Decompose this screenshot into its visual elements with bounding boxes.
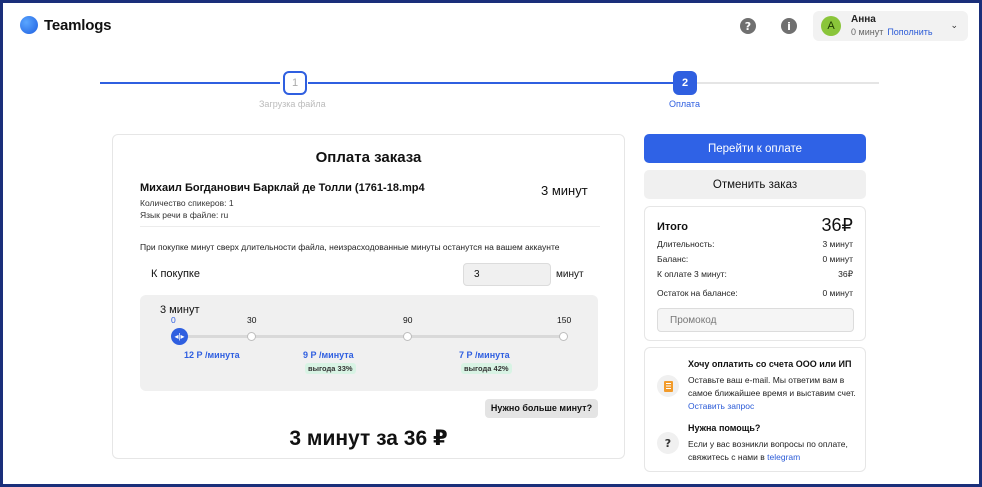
slider-current-value: 3 минут <box>160 304 200 316</box>
help-icon[interactable]: ? <box>740 18 756 34</box>
slider-tick-0: 0 <box>171 315 176 325</box>
slider-thumb[interactable]: ◂|▸ <box>171 328 188 345</box>
discount-badge-3: выгода 42% <box>461 363 512 374</box>
stepper-line-done <box>100 82 280 84</box>
step-upload-label: Загрузка файла <box>259 99 326 109</box>
office-building-icon <box>657 375 679 397</box>
page-title: Оплата заказа <box>315 149 422 166</box>
minutes-input[interactable] <box>463 263 551 286</box>
slider-tick-90: 90 <box>403 315 413 325</box>
order-card: Оплата заказа Михаил Богданович Барклай … <box>112 134 625 459</box>
summary-row-label: Остаток на балансе: <box>657 288 738 298</box>
request-link[interactable]: Оставить запрос <box>688 401 754 411</box>
account-balance-row: 0 минут Пополнить <box>851 26 933 38</box>
company-payment-title: Хочу оплатить со счета ООО или ИП <box>688 359 852 369</box>
file-duration: 3 минут <box>541 183 588 198</box>
summary-title: Итого <box>657 221 689 233</box>
price-tier-2: 9 Р /минута <box>303 350 354 360</box>
summary-row-value: 3 минут <box>822 239 853 249</box>
telegram-link[interactable]: telegram <box>767 452 800 462</box>
minutes-notice: При покупке минут сверх длительности фай… <box>140 242 560 252</box>
promo-code-input[interactable] <box>657 308 854 332</box>
question-icon: ? <box>657 432 679 454</box>
divider <box>140 226 600 227</box>
company-payment-description: Оставьте ваш e-mail. Мы ответим вам в са… <box>688 375 856 398</box>
summary-row-label: К оплате 3 минут: <box>657 269 727 279</box>
buy-label: К покупке <box>151 268 200 280</box>
slider-tick-30: 30 <box>247 315 257 325</box>
minutes-slider-panel: 3 минут 0 30 90 150 ◂|▸ 12 Р /минута 9 Р… <box>140 295 598 391</box>
slider-tick-150: 150 <box>557 315 572 325</box>
pay-button[interactable]: Перейти к оплате <box>644 134 866 163</box>
account-name: Анна <box>851 14 876 25</box>
slider-stop-90[interactable] <box>403 332 412 341</box>
summary-row-value: 0 минут <box>822 288 853 298</box>
summary-row-remaining: Остаток на балансе: 0 минут <box>657 288 853 298</box>
account-menu[interactable]: А Анна 0 минут Пополнить ⌄ <box>813 11 968 41</box>
summary-row-balance: Баланс: 0 минут <box>657 254 853 264</box>
cancel-order-button[interactable]: Отменить заказ <box>644 170 866 199</box>
file-language: Язык речи в файле: ru <box>140 210 229 220</box>
company-payment-text: Оставьте ваш e-mail. Мы ответим вам в са… <box>688 374 860 413</box>
help-card: Хочу оплатить со счета ООО или ИП Оставь… <box>644 347 866 472</box>
slider-stop-150[interactable] <box>559 332 568 341</box>
logo[interactable]: Teamlogs <box>20 16 112 34</box>
summary-total: 36₽ <box>821 215 853 235</box>
step-payment-label: Оплата <box>669 99 700 109</box>
slider-stop-30[interactable] <box>247 332 256 341</box>
support-text: Если у вас возникли вопросы по оплате, с… <box>688 438 860 464</box>
logo-icon <box>20 16 38 34</box>
office-building-glyph <box>663 380 673 392</box>
step-upload[interactable]: 1 <box>283 71 307 95</box>
file-name: Михаил Богданович Барклай де Толли (1761… <box>140 182 425 194</box>
avatar: А <box>821 16 841 36</box>
chevron-down-icon[interactable]: ⌄ <box>950 20 958 31</box>
discount-badge-2: выгода 33% <box>305 363 356 374</box>
summary-row-label: Баланс: <box>657 254 689 264</box>
stepper-line-remaining <box>697 82 879 84</box>
logo-text: Teamlogs <box>44 16 112 34</box>
account-info: Анна 0 минут Пополнить <box>851 14 933 38</box>
topup-link[interactable]: Пополнить <box>887 26 932 38</box>
more-minutes-button[interactable]: Нужно больше минут? <box>485 399 598 418</box>
buy-unit: минут <box>556 269 584 280</box>
slider-track[interactable] <box>180 335 565 338</box>
summary-card: Итого 36₽ Длительность: 3 минут Баланс: … <box>644 206 866 341</box>
account-balance: 0 минут <box>851 27 884 37</box>
summary-row-to-pay: К оплате 3 минут: 36₽ <box>657 269 853 280</box>
price-tier-1: 12 Р /минута <box>184 350 240 360</box>
price-tier-3: 7 Р /минута <box>459 350 510 360</box>
info-icon[interactable]: i <box>781 18 797 34</box>
app-window: Teamlogs ? i А Анна 0 минут Пополнить ⌄ … <box>0 0 982 487</box>
support-title: Нужна помощь? <box>688 423 761 433</box>
summary-row-duration: Длительность: 3 минут <box>657 239 853 249</box>
summary-row-value: 36₽ <box>838 269 853 279</box>
stepper-line-progress <box>308 82 673 84</box>
summary-row-label: Длительность: <box>657 239 715 249</box>
speakers-count: Количество спикеров: 1 <box>140 198 234 208</box>
summary-row-value: 0 минут <box>822 254 853 264</box>
order-total: 3 минут за 36 ₽ <box>289 427 448 450</box>
step-payment: 2 <box>673 71 697 95</box>
